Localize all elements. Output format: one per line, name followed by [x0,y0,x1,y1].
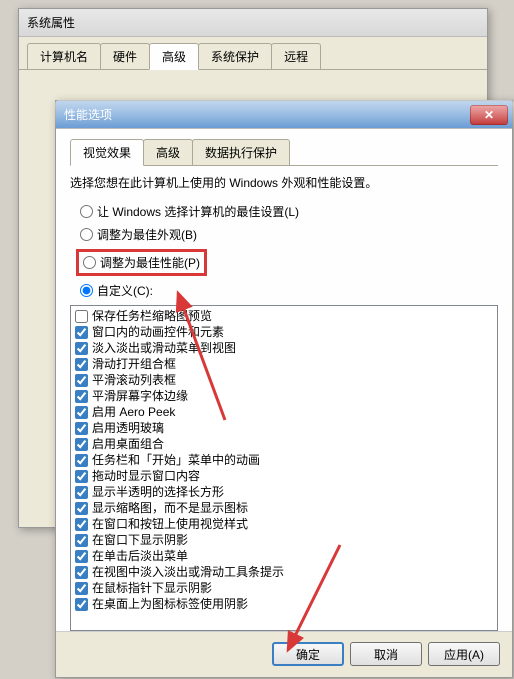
effect-label: 启用 Aero Peek [92,404,175,420]
radio-best-appearance-input[interactable] [80,228,93,241]
effect-checkbox[interactable] [75,422,88,435]
radio-best-appearance[interactable]: 调整为最佳外观(B) [70,226,498,243]
effect-checkbox[interactable] [75,374,88,387]
tab-remote[interactable]: 远程 [271,43,321,69]
radio-custom[interactable]: 自定义(C): [70,282,498,299]
effect-label: 在桌面上为图标标签使用阴影 [92,596,248,612]
subtab-advanced[interactable]: 高级 [143,139,193,165]
radio-custom-input[interactable] [80,284,93,297]
effect-item[interactable]: 平滑滚动列表框 [73,372,495,388]
close-button[interactable]: ✕ [470,105,508,125]
effect-item[interactable]: 启用桌面组合 [73,436,495,452]
effect-checkbox[interactable] [75,326,88,339]
perf-description: 选择您想在此计算机上使用的 Windows 外观和性能设置。 [70,174,498,191]
effect-checkbox[interactable] [75,534,88,547]
effect-checkbox[interactable] [75,582,88,595]
effect-checkbox[interactable] [75,454,88,467]
tab-system-protection[interactable]: 系统保护 [198,43,272,69]
effect-item[interactable]: 任务栏和「开始」菜单中的动画 [73,452,495,468]
perf-subtabs: 视觉效果 高级 数据执行保护 [70,139,498,166]
effect-item[interactable]: 在窗口下显示阴影 [73,532,495,548]
effect-label: 启用透明玻璃 [92,420,164,436]
radio-best-performance-input[interactable] [83,256,96,269]
effect-item[interactable]: 拖动时显示窗口内容 [73,468,495,484]
effect-label: 滑动打开组合框 [92,356,176,372]
effect-checkbox[interactable] [75,566,88,579]
radio-let-windows-input[interactable] [80,205,93,218]
radio-let-windows[interactable]: 让 Windows 选择计算机的最佳设置(L) [70,203,498,220]
effect-label: 在窗口下显示阴影 [92,532,188,548]
effect-label: 拖动时显示窗口内容 [92,468,200,484]
sysprop-titlebar: 系统属性 [19,9,487,37]
effect-item[interactable]: 在窗口和按钮上使用视觉样式 [73,516,495,532]
dialog-button-row: 确定 取消 应用(A) [56,631,512,676]
effect-label: 平滑屏幕字体边缘 [92,388,188,404]
effect-item[interactable]: 在单击后淡出菜单 [73,548,495,564]
subtab-visual-effects[interactable]: 视觉效果 [70,139,144,166]
effect-item[interactable]: 滑动打开组合框 [73,356,495,372]
effect-checkbox[interactable] [75,310,88,323]
effect-label: 窗口内的动画控件和元素 [92,324,224,340]
effect-label: 在鼠标指针下显示阴影 [92,580,212,596]
tab-computer-name[interactable]: 计算机名 [27,43,101,69]
radio-let-windows-label: 让 Windows 选择计算机的最佳设置(L) [97,203,299,220]
perf-titlebar: 性能选项 ✕ [56,101,512,129]
sysprop-tabs: 计算机名 硬件 高级 系统保护 远程 [19,37,487,70]
effect-label: 淡入淡出或滑动菜单到视图 [92,340,236,356]
apply-button[interactable]: 应用(A) [428,642,500,666]
effect-checkbox[interactable] [75,358,88,371]
effect-label: 显示半透明的选择长方形 [92,484,224,500]
effect-checkbox[interactable] [75,598,88,611]
cancel-button[interactable]: 取消 [350,642,422,666]
ok-button[interactable]: 确定 [272,642,344,666]
effect-item[interactable]: 在桌面上为图标标签使用阴影 [73,596,495,612]
effect-item[interactable]: 平滑屏幕字体边缘 [73,388,495,404]
performance-options-window: 性能选项 ✕ 视觉效果 高级 数据执行保护 选择您想在此计算机上使用的 Wind… [55,100,513,678]
effect-checkbox[interactable] [75,550,88,563]
effect-label: 保存任务栏缩略图预览 [92,308,212,324]
sysprop-title: 系统属性 [27,14,75,31]
perf-content: 视觉效果 高级 数据执行保护 选择您想在此计算机上使用的 Windows 外观和… [56,129,512,631]
effect-checkbox[interactable] [75,342,88,355]
effect-label: 启用桌面组合 [92,436,164,452]
effect-checkbox[interactable] [75,470,88,483]
tab-hardware[interactable]: 硬件 [100,43,150,69]
effect-item[interactable]: 保存任务栏缩略图预览 [73,308,495,324]
perf-title: 性能选项 [64,106,112,123]
effect-checkbox[interactable] [75,518,88,531]
effect-checkbox[interactable] [75,406,88,419]
effect-checkbox[interactable] [75,486,88,499]
tab-advanced[interactable]: 高级 [149,43,199,70]
effect-item[interactable]: 在视图中淡入淡出或滑动工具条提示 [73,564,495,580]
effect-checkbox[interactable] [75,390,88,403]
effect-label: 在视图中淡入淡出或滑动工具条提示 [92,564,284,580]
effect-checkbox[interactable] [75,438,88,451]
effect-checkbox[interactable] [75,502,88,515]
effect-label: 在单击后淡出菜单 [92,548,188,564]
effect-label: 在窗口和按钮上使用视觉样式 [92,516,248,532]
radio-custom-label: 自定义(C): [97,282,153,299]
effect-label: 平滑滚动列表框 [92,372,176,388]
effect-item[interactable]: 显示缩略图，而不是显示图标 [73,500,495,516]
effect-item[interactable]: 启用 Aero Peek [73,404,495,420]
effect-label: 任务栏和「开始」菜单中的动画 [92,452,260,468]
radio-best-appearance-label: 调整为最佳外观(B) [97,226,197,243]
highlight-best-performance: 调整为最佳性能(P) [76,249,207,276]
effect-label: 显示缩略图，而不是显示图标 [92,500,248,516]
subtab-dep[interactable]: 数据执行保护 [192,139,290,165]
close-icon: ✕ [484,108,494,122]
effect-item[interactable]: 在鼠标指针下显示阴影 [73,580,495,596]
effect-item[interactable]: 显示半透明的选择长方形 [73,484,495,500]
effect-item[interactable]: 启用透明玻璃 [73,420,495,436]
radio-best-performance-label: 调整为最佳性能(P) [100,254,200,271]
effect-item[interactable]: 淡入淡出或滑动菜单到视图 [73,340,495,356]
effects-checklist[interactable]: 保存任务栏缩略图预览窗口内的动画控件和元素淡入淡出或滑动菜单到视图滑动打开组合框… [70,305,498,631]
effect-item[interactable]: 窗口内的动画控件和元素 [73,324,495,340]
